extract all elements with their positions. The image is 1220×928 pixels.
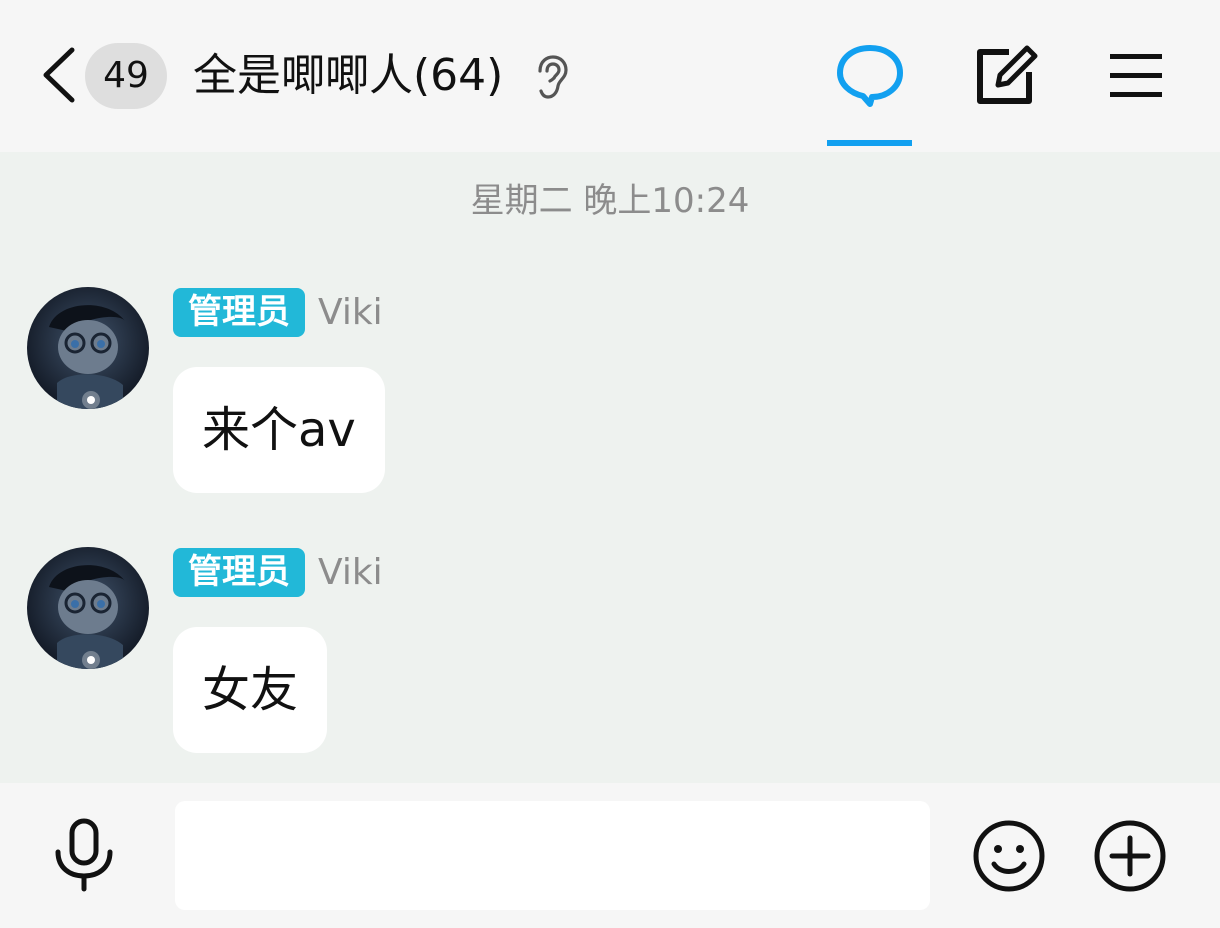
admin-role-badge: 管理员 [173, 288, 305, 337]
sender-avatar[interactable] [27, 287, 149, 409]
ear-icon[interactable] [532, 54, 572, 100]
admin-role-badge: 管理员 [173, 548, 305, 597]
microphone-icon[interactable] [52, 818, 116, 892]
sender-name[interactable]: Viki [318, 548, 383, 597]
avatar-image [27, 547, 149, 669]
edit-icon[interactable] [975, 44, 1039, 106]
chat-icon[interactable] [836, 44, 904, 108]
chat-header: 49 全是唧唧人(64) [0, 0, 1220, 152]
avatar-image [27, 287, 149, 409]
message-input[interactable] [175, 801, 930, 910]
message-bubble[interactable]: 来个av [173, 367, 385, 493]
active-tab-indicator [827, 140, 912, 146]
sender-avatar[interactable] [27, 547, 149, 669]
message-bubble[interactable]: 女友 [173, 627, 328, 753]
menu-icon[interactable] [1108, 52, 1164, 100]
back-icon[interactable] [36, 42, 82, 108]
sender-name[interactable]: Viki [318, 288, 383, 337]
plus-icon[interactable] [1093, 819, 1167, 893]
message-timestamp: 星期二 晚上10:24 [470, 181, 750, 221]
emoji-icon[interactable] [972, 819, 1046, 893]
unread-count-badge[interactable]: 49 [85, 43, 167, 109]
chat-title[interactable]: 全是唧唧人(64) [193, 44, 503, 108]
